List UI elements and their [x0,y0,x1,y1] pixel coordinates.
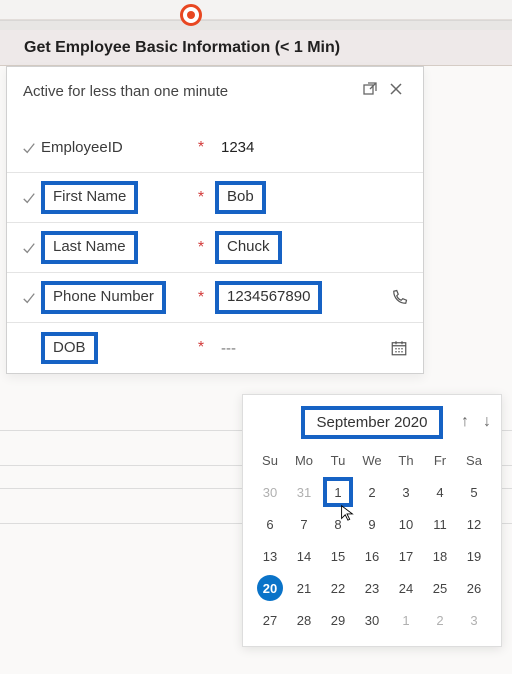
field-label-employee-id: EmployeeID [41,139,191,156]
check-icon [17,241,41,255]
process-title: Get Employee Basic Information (< 1 Min) [24,39,340,57]
value-text: 1234567890 [215,281,322,314]
calendar-day[interactable]: 3 [457,604,491,636]
prev-month-button[interactable]: ↑ [461,413,469,431]
calendar-day[interactable]: 4 [423,476,457,508]
calendar-day[interactable]: 2 [423,604,457,636]
calendar-day[interactable]: 30 [253,476,287,508]
label-text: DOB [41,332,98,365]
calendar-grid: SuMoTuWeThFrSa30311234567891011121314151… [243,449,501,636]
calendar-day[interactable]: 12 [457,508,491,540]
calendar-day[interactable]: 24 [389,572,423,604]
target-icon [180,4,202,26]
popout-icon[interactable] [357,81,383,101]
phone-icon[interactable] [383,289,415,307]
value-text: --- [215,336,242,361]
calendar-day[interactable]: 16 [355,540,389,572]
calendar-day[interactable]: 18 [423,540,457,572]
calendar-day[interactable]: 30 [355,604,389,636]
field-value-last-name[interactable]: Chuck [211,231,415,264]
calendar-day[interactable]: 1 [389,604,423,636]
check-icon [17,291,41,305]
check-icon [17,141,41,155]
required-star: * [191,239,211,257]
calendar-popup: September 2020 ↑ ↓ SuMoTuWeThFrSa3031123… [242,394,502,647]
process-header-bar[interactable]: Get Employee Basic Information (< 1 Min) [0,30,512,66]
field-row-dob: DOB * --- [7,323,423,373]
required-star: * [191,189,211,207]
calendar-day[interactable]: 22 [321,572,355,604]
calendar-day[interactable]: 10 [389,508,423,540]
calendar-day[interactable]: 29 [321,604,355,636]
required-star: * [191,339,211,357]
calendar-day[interactable]: 11 [423,508,457,540]
panel-title: Active for less than one minute [23,83,357,100]
label-text: First Name [41,181,138,214]
next-month-button[interactable]: ↓ [483,413,491,431]
calendar-icon[interactable] [383,339,415,357]
field-row-last-name: Last Name * Chuck [7,223,423,273]
field-label-last-name: Last Name [41,231,191,264]
field-label-first-name: First Name [41,181,191,214]
field-row-first-name: First Name * Bob [7,173,423,223]
value-text: 1234 [215,135,260,160]
calendar-day[interactable]: 7 [287,508,321,540]
month-label[interactable]: September 2020 [301,406,444,439]
calendar-day[interactable]: 17 [389,540,423,572]
dow-header: Su [253,449,287,476]
field-row-phone: Phone Number * 1234567890 [7,273,423,323]
field-value-dob[interactable]: --- [211,336,383,361]
field-row-employee-id: EmployeeID * 1234 [7,123,423,173]
dow-header: Mo [287,449,321,476]
calendar-day[interactable]: 28 [287,604,321,636]
dow-header: Fr [423,449,457,476]
calendar-day[interactable]: 5 [457,476,491,508]
calendar-day[interactable]: 31 [287,476,321,508]
calendar-day[interactable]: 21 [287,572,321,604]
window-top-strip [0,0,512,20]
panel-header: Active for less than one minute [7,67,423,123]
label-text: Last Name [41,231,138,264]
field-label-phone: Phone Number [41,281,191,314]
calendar-day[interactable]: 15 [321,540,355,572]
field-value-employee-id[interactable]: 1234 [211,135,415,160]
calendar-day[interactable]: 9 [355,508,389,540]
calendar-day[interactable]: 23 [355,572,389,604]
label-text: EmployeeID [41,139,123,156]
dow-header: Tu [321,449,355,476]
value-text: Chuck [215,231,282,264]
calendar-day[interactable]: 13 [253,540,287,572]
dow-header: We [355,449,389,476]
check-icon [17,191,41,205]
mouse-cursor-icon [338,504,356,522]
calendar-header: September 2020 ↑ ↓ [243,395,501,449]
value-text: Bob [215,181,266,214]
field-value-phone[interactable]: 1234567890 [211,281,383,314]
label-text: Phone Number [41,281,166,314]
calendar-day[interactable]: 3 [389,476,423,508]
calendar-day[interactable]: 6 [253,508,287,540]
required-star: * [191,289,211,307]
calendar-day[interactable]: 14 [287,540,321,572]
close-icon[interactable] [383,82,409,100]
calendar-day[interactable]: 26 [457,572,491,604]
required-star: * [191,139,211,157]
field-value-first-name[interactable]: Bob [211,181,415,214]
dow-header: Sa [457,449,491,476]
calendar-day[interactable]: 19 [457,540,491,572]
calendar-day[interactable]: 20 [253,572,287,604]
calendar-day[interactable]: 25 [423,572,457,604]
form-panel: Active for less than one minute Employee… [6,66,424,374]
field-label-dob: DOB [41,332,191,365]
calendar-day[interactable]: 2 [355,476,389,508]
calendar-day[interactable]: 27 [253,604,287,636]
dow-header: Th [389,449,423,476]
